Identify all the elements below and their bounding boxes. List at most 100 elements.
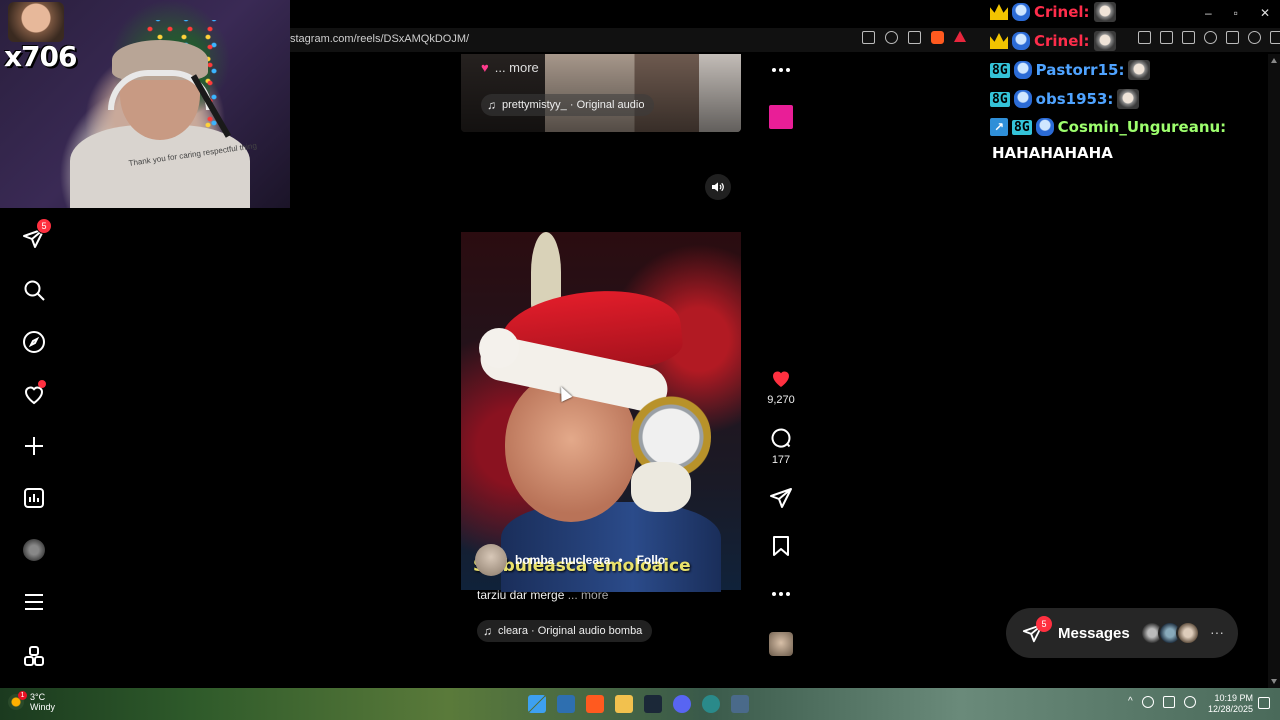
brave-shields-icon[interactable]: [931, 31, 944, 44]
crown-badge-icon: [990, 4, 1008, 20]
audio-device-icon[interactable]: [1141, 696, 1154, 708]
messages-button[interactable]: 5 Messages ···: [1006, 608, 1238, 658]
messages-more: ···: [1210, 624, 1224, 640]
volume-icon[interactable]: [1183, 696, 1196, 708]
sidebar-item-profile[interactable]: [20, 536, 48, 564]
address-bar[interactable]: stagram.com/reels/DSxAMQkDOJM/: [290, 33, 469, 45]
sidebar-item-also-from-meta[interactable]: [20, 642, 48, 670]
toolbar-icons: [862, 31, 966, 44]
extension-icons: [1138, 31, 1280, 44]
reel-options-button[interactable]: [764, 582, 798, 606]
weather-condition: Windy: [30, 702, 56, 712]
calculator-icon[interactable]: [731, 695, 749, 713]
chat-username: Crinel:: [1034, 32, 1090, 50]
messages-badge: 5: [1036, 616, 1052, 632]
extensions-icon[interactable]: [1204, 31, 1217, 44]
reel-author-row: bomba_nucleara • Follo: [475, 544, 665, 576]
like-button[interactable]: 9,270: [764, 366, 798, 406]
browser-icon[interactable]: [702, 695, 720, 713]
scroll-up-arrow-icon[interactable]: [1271, 58, 1277, 63]
previous-reel-more[interactable]: ... more: [495, 60, 539, 75]
music-note-icon: ♫: [487, 98, 496, 112]
comment-button[interactable]: 177: [764, 426, 798, 466]
message-avatars: [1140, 621, 1200, 645]
messages-label: Messages: [1058, 624, 1130, 642]
audio-thumbnail: [769, 632, 793, 656]
pickaxe-badge-icon: ↗: [990, 118, 1008, 136]
profile-icon[interactable]: [1248, 31, 1261, 44]
sidebar-icon[interactable]: [1160, 31, 1173, 44]
vpn-shield-icon[interactable]: [1226, 31, 1239, 44]
sidebar-item-create[interactable]: [20, 432, 48, 460]
chevron-up-icon[interactable]: ^: [1128, 696, 1133, 708]
audio-thumb-button[interactable]: [764, 632, 798, 656]
volume-button[interactable]: [705, 174, 731, 200]
chat-line: Crinel:: [990, 31, 1116, 51]
network-icon[interactable]: [1162, 696, 1175, 708]
sidebar-item-explore[interactable]: [20, 328, 48, 356]
save-button[interactable]: [764, 534, 798, 558]
file-explorer-icon[interactable]: [615, 695, 633, 713]
sidebar-item-more[interactable]: [20, 588, 48, 616]
share-button[interactable]: [764, 486, 798, 510]
wallet-icon[interactable]: [1182, 31, 1195, 44]
task-view-icon[interactable]: [557, 695, 575, 713]
white-glove: [631, 462, 691, 512]
chat-line: 8G Pastorr15:: [990, 60, 1151, 80]
sidebar-item-notifications[interactable]: [20, 380, 48, 408]
minimize-icon[interactable]: –: [1205, 6, 1212, 20]
chat-username: obs1953:: [1035, 90, 1114, 108]
media-icon[interactable]: [1138, 31, 1151, 44]
zoom-icon[interactable]: [885, 31, 898, 44]
heart-emoji-icon: ♥: [481, 60, 489, 75]
astronaut-badge-icon: [1035, 118, 1054, 136]
scroll-down-arrow-icon[interactable]: [1271, 679, 1277, 684]
reel-video[interactable]: [461, 232, 741, 592]
chat-line: 8G obs1953:: [990, 89, 1140, 109]
emote-icon: [1117, 89, 1140, 109]
windows-start-icon[interactable]: [528, 695, 546, 713]
brave-rewards-icon[interactable]: [954, 31, 966, 42]
restore-icon[interactable]: ▫: [1234, 6, 1238, 20]
caption-more-link[interactable]: ... more: [568, 588, 609, 602]
follow-button[interactable]: Follo: [637, 553, 666, 567]
browser-menu-icon[interactable]: [1270, 31, 1280, 44]
taskbar-clock[interactable]: 10:19 PM 12/28/2025: [1208, 693, 1253, 715]
explore-icon: [23, 331, 45, 353]
clock-time: 10:19 PM: [1214, 693, 1254, 703]
sidebar-item-search[interactable]: [20, 276, 48, 304]
page-scrollbar[interactable]: [1268, 54, 1280, 688]
author-avatar[interactable]: [475, 544, 507, 576]
astronaut-badge-icon: [1012, 3, 1030, 21]
previous-reel[interactable]: ♥ ... more ♫ prettymistyy_ · Original aud…: [461, 54, 741, 132]
share-icon[interactable]: [908, 31, 921, 44]
sidebar-item-dashboard[interactable]: [20, 484, 48, 512]
speaker-icon: [712, 182, 724, 192]
close-icon[interactable]: ✕: [1260, 6, 1270, 20]
cast-icon[interactable]: [862, 31, 875, 44]
weather-widget[interactable]: 1 3°C Windy: [8, 691, 56, 712]
previous-reel-audio[interactable]: ♫ prettymistyy_ · Original audio: [481, 94, 655, 116]
discord-icon[interactable]: [673, 695, 691, 713]
combo-multiplier: x706: [4, 40, 78, 73]
author-username[interactable]: bomba_nucleara: [515, 553, 610, 567]
notification-center-icon[interactable]: [1258, 697, 1270, 709]
reel-audio[interactable]: ♫ cleara · Original audio bomba: [477, 620, 653, 642]
brave-browser-icon[interactable]: [586, 695, 604, 713]
subscriber-badge: 8G: [1012, 119, 1032, 135]
subscriber-badge: 8G: [990, 91, 1010, 107]
taskbar-apps: [528, 695, 749, 713]
chat-username: Crinel:: [1034, 3, 1090, 21]
notification-dot: [38, 380, 46, 388]
avatar: [1176, 621, 1200, 645]
sidebar-item-messages[interactable]: 5: [20, 218, 52, 252]
ellipsis-icon: [772, 592, 790, 596]
like-count: 9,270: [767, 394, 795, 406]
current-reel[interactable]: Sa buleasca emoloaice bomba_nucleara • F…: [461, 162, 741, 660]
heart-filled-icon: [773, 371, 789, 387]
window-controls: – ▫ ✕: [1205, 6, 1270, 20]
previous-reel-options[interactable]: [764, 58, 798, 82]
previous-reel-audio-thumb[interactable]: [764, 105, 798, 129]
steam-icon[interactable]: [644, 695, 662, 713]
windows-taskbar: 1 3°C Windy ^ 10:19 PM 12/28/2025: [0, 688, 1280, 720]
